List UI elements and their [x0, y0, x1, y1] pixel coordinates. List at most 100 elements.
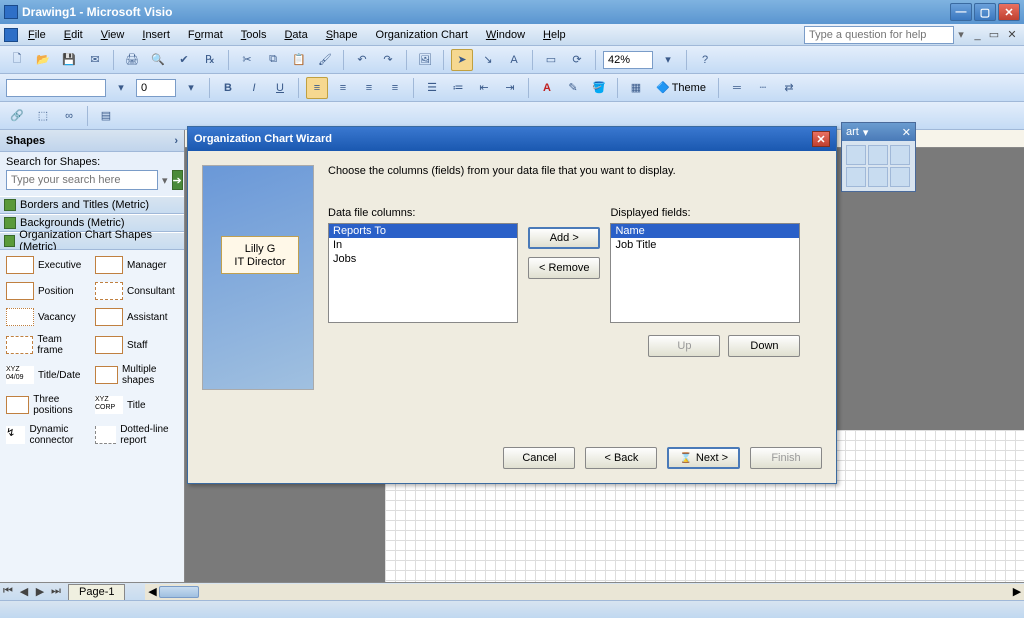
research-button[interactable]: ℞	[199, 49, 221, 71]
undo-button[interactable]: ↶	[351, 49, 373, 71]
italic-button[interactable]: I	[243, 77, 265, 99]
org-layout-button-3[interactable]	[890, 145, 910, 165]
zoom-combo[interactable]: 42%	[603, 51, 653, 69]
menu-tools[interactable]: Tools	[233, 27, 275, 43]
font-size-combo[interactable]: 0	[136, 79, 176, 97]
spelling-button[interactable]: ✔	[173, 49, 195, 71]
shape-item-vacancy[interactable]: Vacancy	[4, 306, 91, 328]
dialog-close-button[interactable]: ✕	[812, 131, 830, 147]
shadow-button[interactable]: ▦	[625, 77, 647, 99]
decrease-indent-button[interactable]: ⇤	[473, 77, 495, 99]
numbering-button[interactable]: ≔	[447, 77, 469, 99]
org-layout-button-2[interactable]	[868, 145, 888, 165]
up-button[interactable]: Up	[648, 335, 720, 357]
help-search-input[interactable]	[804, 26, 954, 44]
line-pattern-button[interactable]: ┄	[752, 77, 774, 99]
next-button[interactable]: ⌛Next >	[667, 447, 740, 469]
mdi-restore[interactable]: ▭	[986, 27, 1002, 43]
next-page-button[interactable]: ▶	[32, 584, 48, 600]
org-layout-button-5[interactable]	[868, 167, 888, 187]
link-data-button[interactable]: 🔗	[6, 105, 28, 127]
help-button[interactable]: ?	[694, 49, 716, 71]
scrollbar-thumb[interactable]	[159, 586, 199, 598]
dialog-title-bar[interactable]: Organization Chart Wizard ✕	[188, 127, 836, 151]
underline-button[interactable]: U	[269, 77, 291, 99]
displayed-fields-listbox[interactable]: Name Job Title	[610, 223, 800, 323]
menu-shape[interactable]: Shape	[318, 27, 366, 43]
line-ends-button[interactable]: ⇄	[778, 77, 800, 99]
print-button[interactable]: 🖨	[121, 49, 143, 71]
search-go-button[interactable]: ➔	[172, 170, 183, 190]
first-page-button[interactable]: ⏮	[0, 584, 16, 600]
shape-item-dynamic-connector[interactable]: ↯Dynamic connector	[4, 422, 91, 448]
search-dropdown-icon[interactable]: ▾	[162, 174, 168, 187]
shape-item-manager[interactable]: Manager	[93, 254, 180, 276]
shape-item-dotted-line-report[interactable]: Dotted-line report	[93, 422, 180, 448]
line-color-button[interactable]: ✎	[562, 77, 584, 99]
shape-item-assistant[interactable]: Assistant	[93, 306, 180, 328]
mail-button[interactable]: ✉	[84, 49, 106, 71]
insert-picture-button[interactable]: 🖼	[414, 49, 436, 71]
font-name-combo[interactable]	[6, 79, 106, 97]
help-search-dropdown-icon[interactable]: ▾	[956, 28, 966, 41]
copy-button[interactable]: ⧉	[262, 49, 284, 71]
search-shapes-input[interactable]	[6, 170, 158, 190]
chevron-down-icon[interactable]: ▾	[863, 126, 869, 139]
cancel-button[interactable]: Cancel	[503, 447, 575, 469]
shape-item-consultant[interactable]: Consultant	[93, 280, 180, 302]
menu-view[interactable]: View	[93, 27, 133, 43]
shape-item-position[interactable]: Position	[4, 280, 91, 302]
shape-item-team-frame[interactable]: Team frame	[4, 332, 91, 358]
redo-button[interactable]: ↷	[377, 49, 399, 71]
insert-hyperlink-button[interactable]: ∞	[58, 105, 80, 127]
format-painter-button[interactable]: 🖌	[314, 49, 336, 71]
back-button[interactable]: < Back	[585, 447, 657, 469]
external-data-button[interactable]: ▤	[95, 105, 117, 127]
system-menu-icon[interactable]	[4, 28, 18, 42]
line-weight-button[interactable]: ═	[726, 77, 748, 99]
prev-page-button[interactable]: ◀	[16, 584, 32, 600]
font-size-dropdown-icon[interactable]: ▾	[180, 77, 202, 99]
mdi-close[interactable]: ✕	[1004, 27, 1020, 43]
rotate-button[interactable]: ⟳	[566, 49, 588, 71]
connector-tool-button[interactable]: ↘	[477, 49, 499, 71]
last-page-button[interactable]: ⏭	[48, 584, 64, 600]
stencil-org-chart-shapes[interactable]: Organization Chart Shapes (Metric)	[0, 232, 184, 250]
float-toolbar-header[interactable]: art▾✕	[842, 123, 915, 141]
bold-button[interactable]: B	[217, 77, 239, 99]
close-button[interactable]: ✕	[998, 3, 1020, 21]
restore-button[interactable]: ▢	[974, 3, 996, 21]
remove-button[interactable]: < Remove	[528, 257, 600, 279]
menu-help[interactable]: Help	[535, 27, 574, 43]
add-button[interactable]: Add >	[528, 227, 600, 249]
new-button[interactable]: 🗋	[6, 49, 28, 71]
menu-window[interactable]: Window	[478, 27, 533, 43]
org-layout-button-6[interactable]	[890, 167, 910, 187]
paste-button[interactable]: 📋	[288, 49, 310, 71]
data-graphics-button[interactable]: ⬚	[32, 105, 54, 127]
align-left-button[interactable]: ≡	[306, 77, 328, 99]
align-center-button[interactable]: ≡	[332, 77, 354, 99]
shape-item-multiple-shapes[interactable]: Multiple shapes	[93, 362, 180, 388]
shape-item-staff[interactable]: Staff	[93, 332, 180, 358]
menu-data[interactable]: Data	[276, 27, 315, 43]
bullets-button[interactable]: ☰	[421, 77, 443, 99]
rectangle-tool-button[interactable]: ▭	[540, 49, 562, 71]
list-item[interactable]: Reports To	[329, 224, 517, 238]
list-item[interactable]: Jobs	[329, 252, 517, 266]
align-justify-button[interactable]: ≡	[384, 77, 406, 99]
theme-button[interactable]: 🔷 Theme	[651, 77, 711, 99]
menu-insert[interactable]: Insert	[134, 27, 178, 43]
horizontal-scrollbar[interactable]: ◀ ▶	[145, 584, 1024, 600]
org-chart-float-toolbar[interactable]: art▾✕	[841, 122, 916, 192]
save-button[interactable]: 💾	[58, 49, 80, 71]
open-button[interactable]: 📂	[32, 49, 54, 71]
org-layout-button-4[interactable]	[846, 167, 866, 187]
shapes-pane-header[interactable]: Shapes›	[0, 130, 184, 152]
list-item[interactable]: In	[329, 238, 517, 252]
list-item[interactable]: Job Title	[611, 238, 799, 252]
menu-format[interactable]: Format	[180, 27, 231, 43]
shape-item-title-date[interactable]: XYZ04/09Title/Date	[4, 362, 91, 388]
down-button[interactable]: Down	[728, 335, 800, 357]
text-tool-button[interactable]: A	[503, 49, 525, 71]
